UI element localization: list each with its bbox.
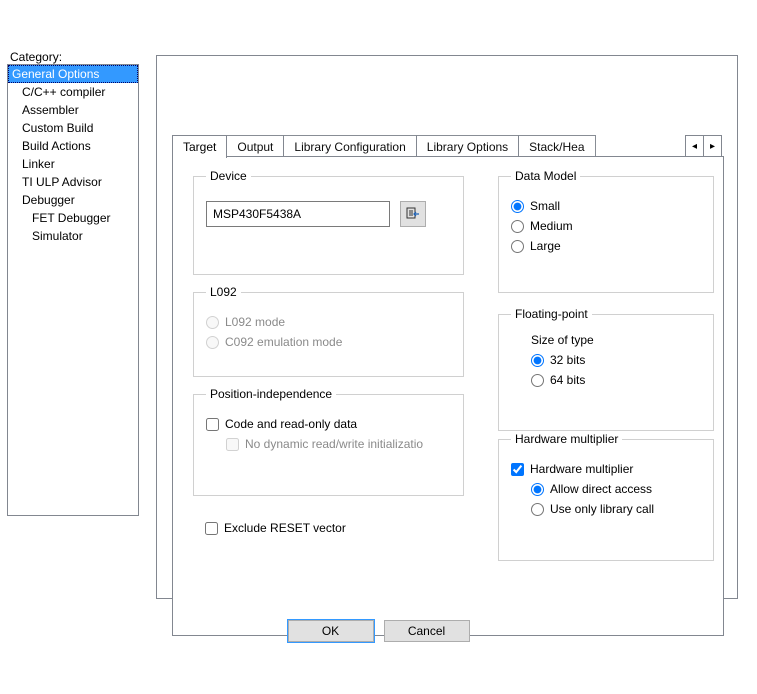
data-model-small-label: Small — [530, 199, 560, 213]
category-list[interactable]: General OptionsC/C++ compilerAssemblerCu… — [7, 64, 139, 516]
data-model-small-option[interactable]: Small — [511, 199, 701, 213]
exclude-reset-checkbox[interactable] — [205, 522, 218, 535]
hw-mult-enable-label: Hardware multiplier — [530, 462, 633, 476]
data-model-small-radio[interactable] — [511, 200, 524, 213]
code-readonly-option[interactable]: Code and read-only data — [206, 417, 451, 431]
c092-emulation-option: C092 emulation mode — [206, 335, 451, 349]
hw-mult-direct-label: Allow direct access — [550, 482, 652, 496]
dialog-buttons: OK Cancel — [0, 620, 757, 642]
l092-legend: L092 — [206, 285, 241, 299]
tab-pane-target: Device — [172, 156, 724, 636]
hardware-multiplier-legend: Hardware multiplier — [511, 432, 622, 446]
tab-library-options[interactable]: Library Options — [416, 135, 519, 158]
tab-library-configuration[interactable]: Library Configuration — [283, 135, 416, 158]
device-group: Device — [193, 169, 464, 275]
fp-32-label: 32 bits — [550, 353, 585, 367]
l092-group: L092 L092 mode C092 emulation mode — [193, 285, 464, 377]
category-item-linker[interactable]: Linker — [8, 155, 138, 173]
l092-mode-option: L092 mode — [206, 315, 451, 329]
data-model-medium-option[interactable]: Medium — [511, 219, 701, 233]
category-item-c-c-compiler[interactable]: C/C++ compiler — [8, 83, 138, 101]
no-dynamic-rw-checkbox — [226, 438, 239, 451]
tab-output[interactable]: Output — [226, 135, 284, 158]
ok-button[interactable]: OK — [288, 620, 374, 642]
fp-32-radio[interactable] — [531, 354, 544, 367]
data-model-large-option[interactable]: Large — [511, 239, 701, 253]
hw-mult-library-label: Use only library call — [550, 502, 654, 516]
l092-mode-label: L092 mode — [225, 315, 285, 329]
exclude-reset-option[interactable]: Exclude RESET vector — [205, 521, 346, 535]
tab-stack-hea[interactable]: Stack/Hea — [518, 135, 595, 158]
fp-64-radio[interactable] — [531, 374, 544, 387]
category-item-custom-build[interactable]: Custom Build — [8, 119, 138, 137]
data-model-large-radio[interactable] — [511, 240, 524, 253]
c092-emulation-radio — [206, 336, 219, 349]
chevron-right-icon: ▸ — [710, 141, 715, 152]
category-item-ti-ulp-advisor[interactable]: TI ULP Advisor — [8, 173, 138, 191]
category-item-fet-debugger[interactable]: FET Debugger — [8, 209, 138, 227]
exclude-reset-label: Exclude RESET vector — [224, 521, 346, 535]
device-input[interactable] — [206, 201, 390, 227]
position-independence-legend: Position-independence — [206, 387, 336, 401]
device-browse-icon — [406, 207, 420, 221]
fp-32-option[interactable]: 32 bits — [531, 353, 701, 367]
hw-mult-enable-checkbox[interactable] — [511, 463, 524, 476]
tab-scroll-right-button[interactable]: ▸ — [703, 135, 722, 157]
hw-mult-direct-radio[interactable] — [531, 483, 544, 496]
data-model-medium-label: Medium — [530, 219, 573, 233]
category-item-debugger[interactable]: Debugger — [8, 191, 138, 209]
fp-64-label: 64 bits — [550, 373, 585, 387]
data-model-group: Data Model Small Medium Large — [498, 169, 714, 293]
settings-panel: TargetOutputLibrary ConfigurationLibrary… — [156, 55, 738, 599]
code-readonly-checkbox[interactable] — [206, 418, 219, 431]
hw-mult-library-option[interactable]: Use only library call — [531, 502, 701, 516]
tab-strip: TargetOutputLibrary ConfigurationLibrary… — [172, 134, 722, 156]
cancel-button[interactable]: Cancel — [384, 620, 470, 642]
fp-64-option[interactable]: 64 bits — [531, 373, 701, 387]
floating-point-group: Floating-point Size of type 32 bits 64 b… — [498, 307, 714, 431]
device-legend: Device — [206, 169, 251, 183]
category-item-build-actions[interactable]: Build Actions — [8, 137, 138, 155]
data-model-medium-radio[interactable] — [511, 220, 524, 233]
c092-emulation-label: C092 emulation mode — [225, 335, 342, 349]
data-model-legend: Data Model — [511, 169, 580, 183]
options-dialog: Category: General OptionsC/C++ compilerA… — [0, 0, 757, 694]
no-dynamic-rw-option: No dynamic read/write initializatio — [226, 437, 451, 451]
chevron-left-icon: ◂ — [692, 141, 697, 152]
position-independence-group: Position-independence Code and read-only… — [193, 387, 464, 496]
category-item-simulator[interactable]: Simulator — [8, 227, 138, 245]
hw-mult-library-radio[interactable] — [531, 503, 544, 516]
data-model-large-label: Large — [530, 239, 561, 253]
hardware-multiplier-group: Hardware multiplier Hardware multiplier … — [498, 432, 714, 561]
category-item-assembler[interactable]: Assembler — [8, 101, 138, 119]
category-label: Category: — [10, 50, 62, 64]
code-readonly-label: Code and read-only data — [225, 417, 357, 431]
tab-scroll-left-button[interactable]: ◂ — [685, 135, 704, 157]
hw-mult-enable-option[interactable]: Hardware multiplier — [511, 462, 701, 476]
tab-target[interactable]: Target — [172, 135, 227, 158]
floating-point-legend: Floating-point — [511, 307, 592, 321]
floating-point-subhead: Size of type — [531, 333, 701, 347]
device-browse-button[interactable] — [400, 201, 426, 227]
no-dynamic-rw-label: No dynamic read/write initializatio — [245, 437, 423, 451]
hw-mult-direct-option[interactable]: Allow direct access — [531, 482, 701, 496]
l092-mode-radio — [206, 316, 219, 329]
category-item-general-options[interactable]: General Options — [8, 65, 138, 83]
